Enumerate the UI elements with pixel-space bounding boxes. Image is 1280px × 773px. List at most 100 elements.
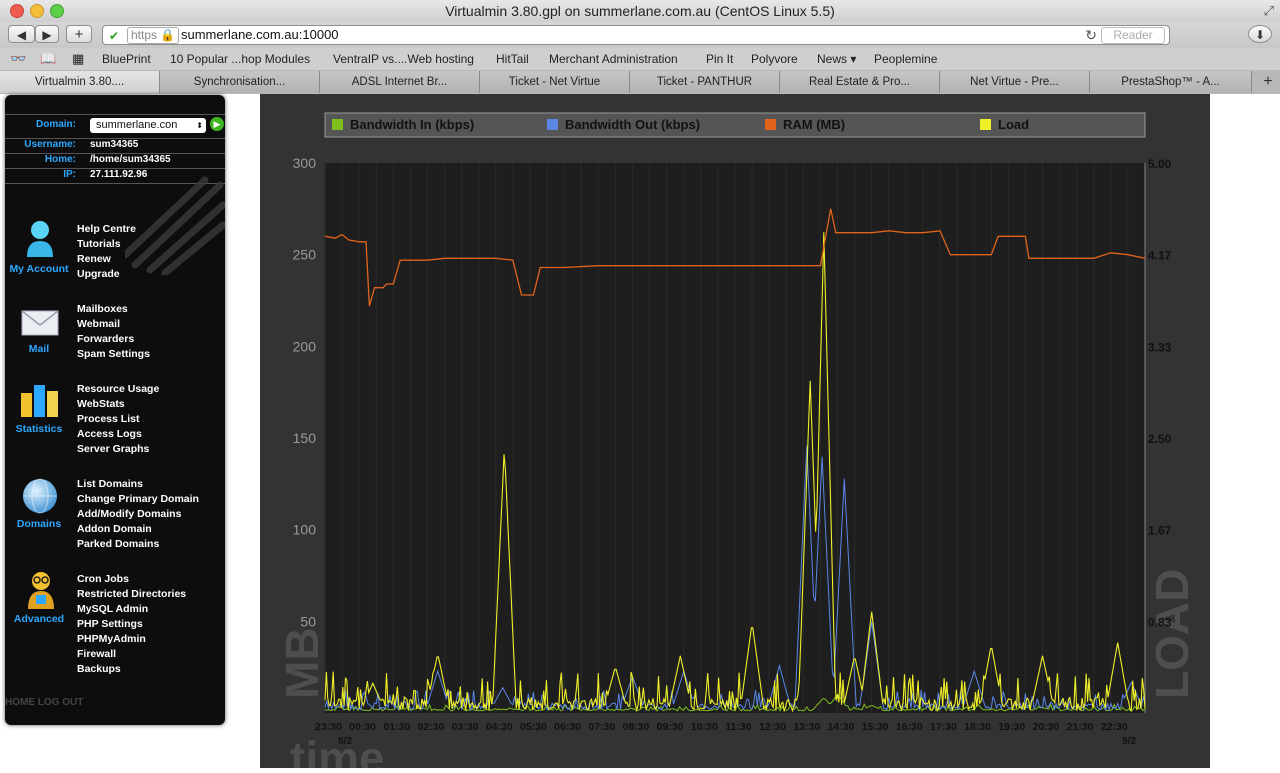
y-right-tick-label: 3.33 — [1148, 341, 1172, 355]
forward-button[interactable]: ▶ — [35, 25, 59, 43]
x-tick-label: 02:30 — [417, 721, 444, 733]
globe-icon — [23, 478, 57, 514]
new-tab-button[interactable]: + — [66, 25, 92, 43]
x-tick-label: 17:30 — [930, 721, 957, 733]
minimize-window-button[interactable] — [30, 4, 44, 18]
section-domains-label[interactable]: Domains — [5, 518, 73, 530]
tab-ticket-panthur[interactable]: Ticket - PANTHUR — [630, 71, 780, 93]
x-tick-label: 16:30 — [896, 721, 923, 733]
x-tick-label: 01:30 — [383, 721, 410, 733]
go-icon[interactable]: ▶ — [210, 117, 224, 131]
bookmark-item[interactable]: Merchant Administration — [549, 48, 678, 70]
url-bar[interactable]: ✔ https 🔒 summerlane.com.au:10000 ↻ Read… — [102, 25, 1170, 45]
select-arrows-icon: ⬍ — [196, 121, 203, 130]
link-forwarders[interactable]: Forwarders — [77, 332, 134, 347]
link-upgrade[interactable]: Upgrade — [77, 267, 120, 282]
x-tick-label: 10:30 — [691, 721, 718, 733]
x-tick-label: 20:30 — [1032, 721, 1059, 733]
reload-icon[interactable]: ↻ — [1085, 26, 1097, 44]
link-mailboxes[interactable]: Mailboxes — [77, 302, 128, 317]
bookmark-item[interactable]: Peoplemine — [874, 48, 937, 70]
link-renew[interactable]: Renew — [77, 252, 111, 267]
bookmark-item[interactable]: BluePrint — [102, 48, 151, 70]
tab-adsl[interactable]: ADSL Internet Br... — [320, 71, 480, 93]
link-tutorials[interactable]: Tutorials — [77, 237, 121, 252]
link-webstats[interactable]: WebStats — [77, 397, 125, 412]
link-process-list[interactable]: Process List — [77, 412, 139, 427]
domain-select[interactable]: summerlane.con ⬍ — [90, 118, 206, 133]
link-server-graphs[interactable]: Server Graphs — [77, 442, 149, 457]
protocol-badge: https 🔒 — [127, 27, 180, 44]
y-left-tick-label: 150 — [293, 430, 317, 446]
link-list-domains[interactable]: List Domains — [77, 477, 143, 492]
x-tick-label: 18:30 — [964, 721, 991, 733]
x-start-date-label: 8/2 — [338, 736, 352, 747]
link-help-centre[interactable]: Help Centre — [77, 222, 136, 237]
link-parked-domains[interactable]: Parked Domains — [77, 537, 159, 552]
tab-synchronisation[interactable]: Synchronisation... — [160, 71, 320, 93]
bookmarks-bar: 👓 📖 ▦ BluePrint 10 Popular ...hop Module… — [0, 48, 1280, 70]
x-tick-label: 12:30 — [759, 721, 786, 733]
link-cron-jobs[interactable]: Cron Jobs — [77, 572, 129, 587]
link-backups[interactable]: Backups — [77, 662, 121, 677]
link-access-logs[interactable]: Access Logs — [77, 427, 142, 442]
close-window-button[interactable] — [10, 4, 24, 18]
reading-list-icon[interactable]: 👓 — [10, 48, 26, 70]
bookmark-item[interactable]: Pin It — [706, 48, 733, 70]
x-tick-label: 05:30 — [520, 721, 547, 733]
window-title: Virtualmin 3.80.gpl on summerlane.com.au… — [445, 3, 835, 19]
home-value: /home/sum34365 — [90, 154, 171, 165]
y-right-tick-label: 0.83 — [1148, 616, 1172, 630]
x-tick-label: 13:30 — [793, 721, 820, 733]
link-restricted-directories[interactable]: Restricted Directories — [77, 587, 186, 602]
legend-label: Load — [998, 117, 1029, 132]
tab-net-virtue-pre[interactable]: Net Virtue - Pre... — [940, 71, 1090, 93]
fullscreen-icon[interactable]: ⤢ — [1264, 0, 1274, 22]
section-advanced-label[interactable]: Advanced — [5, 613, 73, 625]
y-right-tick-label: 4.17 — [1148, 248, 1172, 262]
link-phpmyadmin[interactable]: PHPMyAdmin — [77, 632, 146, 647]
bookmark-item[interactable]: 10 Popular ...hop Modules — [170, 48, 310, 70]
x-tick-label: 23:30 — [315, 721, 342, 733]
link-resource-usage[interactable]: Resource Usage — [77, 382, 159, 397]
username-value: sum34365 — [90, 139, 139, 150]
top-sites-grid-icon[interactable]: ▦ — [72, 48, 84, 70]
section-statistics-label[interactable]: Statistics — [5, 423, 73, 435]
link-add-modify-domains[interactable]: Add/Modify Domains — [77, 507, 181, 522]
x-tick-label: 14:30 — [827, 721, 854, 733]
tab-ticket-net-virtue[interactable]: Ticket - Net Virtue — [480, 71, 630, 93]
tab-prestashop[interactable]: PrestaShop™ - A... — [1090, 71, 1252, 93]
bookmark-item[interactable]: Polyvore — [751, 48, 798, 70]
zoom-window-button[interactable] — [50, 4, 64, 18]
username-label: Username: — [24, 139, 76, 150]
link-firewall[interactable]: Firewall — [77, 647, 116, 662]
envelope-icon — [21, 310, 59, 336]
home-link[interactable]: HOME — [5, 697, 35, 708]
link-mysql-admin[interactable]: MySQL Admin — [77, 602, 148, 617]
bookmark-item[interactable]: News ▾ — [817, 48, 856, 70]
logout-link[interactable]: LOG OUT — [38, 697, 84, 708]
bookmark-item[interactable]: VentraIP vs....Web hosting — [333, 48, 474, 70]
reader-button[interactable]: Reader — [1101, 27, 1165, 44]
x-tick-label: 15:30 — [862, 721, 889, 733]
link-spam-settings[interactable]: Spam Settings — [77, 347, 150, 362]
x-tick-label: 11:30 — [725, 721, 751, 733]
new-tab-plus-icon[interactable]: + — [1256, 70, 1280, 94]
y-left-tick-label: 50 — [300, 613, 316, 629]
tab-real-estate[interactable]: Real Estate & Pro... — [780, 71, 940, 93]
link-addon-domain[interactable]: Addon Domain — [77, 522, 152, 537]
section-my-account-label[interactable]: My Account — [5, 263, 73, 276]
bookmarks-book-icon[interactable]: 📖 — [40, 48, 56, 70]
link-webmail[interactable]: Webmail — [77, 317, 120, 332]
back-button[interactable]: ◀ — [8, 25, 35, 43]
x-tick-label: 22:30 — [1101, 721, 1128, 733]
section-mail-label[interactable]: Mail — [5, 343, 73, 355]
link-change-primary-domain[interactable]: Change Primary Domain — [77, 492, 199, 507]
ip-label: IP: — [63, 169, 76, 180]
downloads-icon[interactable]: ⬇ — [1248, 25, 1272, 43]
tab-virtualmin[interactable]: Virtualmin 3.80.... — [0, 71, 160, 93]
x-tick-label: 06:30 — [554, 721, 581, 733]
link-php-settings[interactable]: PHP Settings — [77, 617, 143, 632]
y-left-tick-label: 100 — [293, 522, 317, 538]
bookmark-item[interactable]: HitTail — [496, 48, 529, 70]
